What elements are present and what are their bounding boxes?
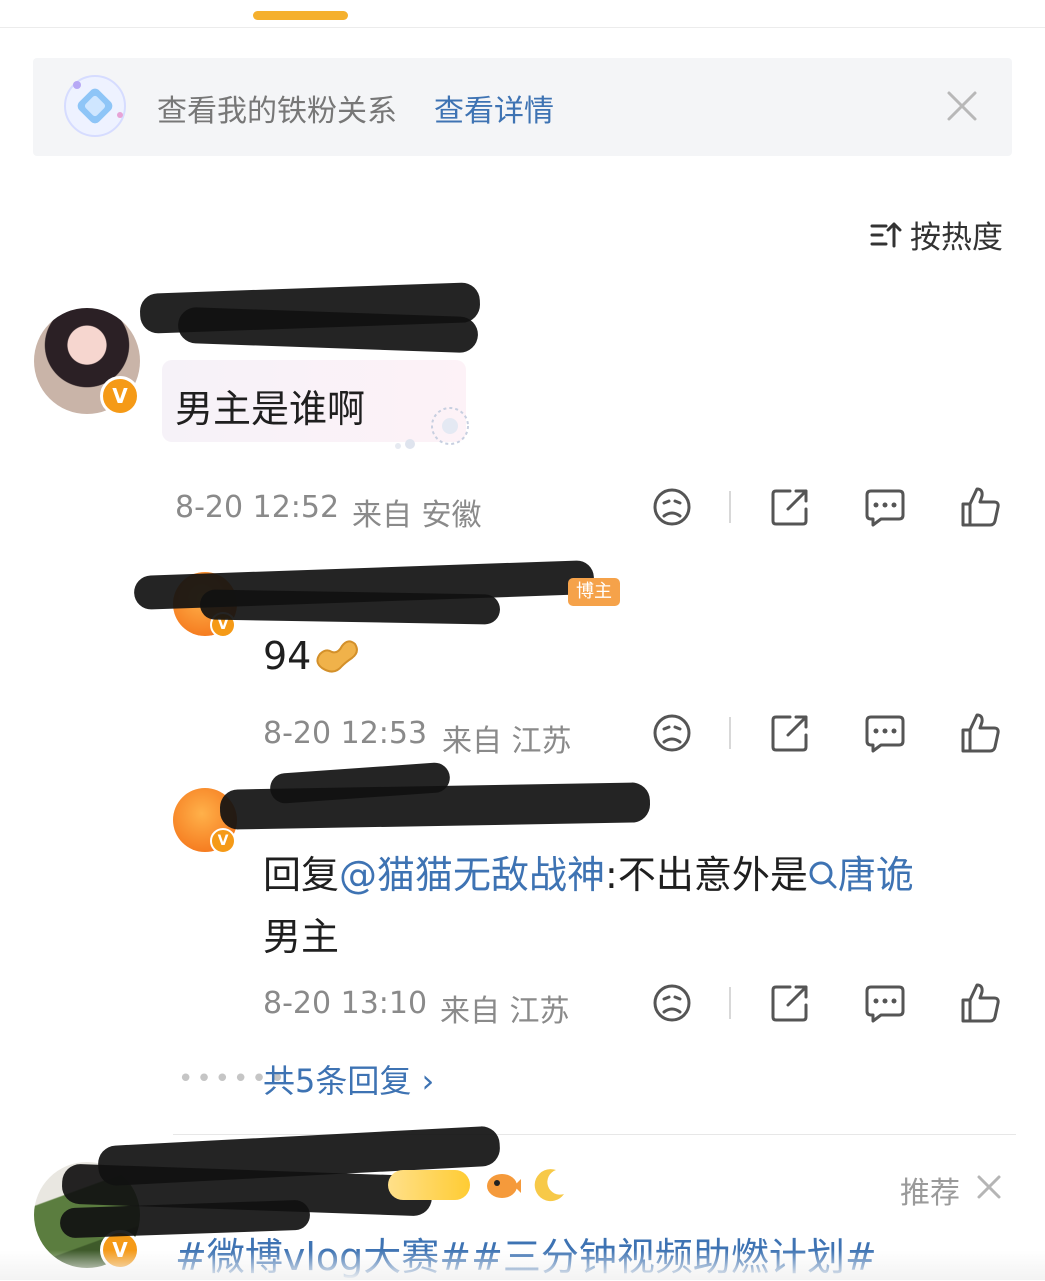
share-icon[interactable] xyxy=(768,485,812,529)
reply-text: 94 xyxy=(263,634,312,678)
fish-emoji-icon xyxy=(487,1174,521,1198)
sort-label: 按热度 xyxy=(910,220,1003,256)
decor-flower-icon xyxy=(395,407,469,449)
top-divider xyxy=(0,27,1045,28)
comment-text: 男主是谁啊 xyxy=(175,387,366,431)
dislike-icon[interactable] xyxy=(650,711,694,755)
like-icon[interactable] xyxy=(958,711,1002,755)
reply-location: 来自 江苏 xyxy=(442,724,572,759)
close-icon[interactable] xyxy=(975,1173,1003,1201)
reply-text-line2: 男主 xyxy=(263,915,340,959)
action-separator xyxy=(729,987,731,1019)
share-icon[interactable] xyxy=(768,981,812,1025)
keyword-text: 唐诡 xyxy=(837,853,914,897)
reply-body: :不出意外是 xyxy=(605,853,808,897)
moon-emoji-icon xyxy=(534,1169,564,1202)
keyword-search-link[interactable]: 唐诡 xyxy=(808,853,914,897)
like-icon[interactable] xyxy=(958,981,1002,1025)
reply-location: 来自 江苏 xyxy=(440,994,570,1029)
reply-prefix: 回复 xyxy=(263,853,340,897)
verified-badge: V xyxy=(100,376,140,416)
redacted-username xyxy=(199,589,501,625)
comment-time: 8-20 12:52 xyxy=(175,490,340,525)
comment-icon[interactable] xyxy=(863,981,907,1025)
bottom-fade xyxy=(0,1250,1045,1280)
active-tab-indicator xyxy=(253,11,348,20)
level-badge xyxy=(388,1170,470,1200)
dislike-icon[interactable] xyxy=(650,981,694,1025)
recommend-tag: 推荐 xyxy=(900,1176,960,1211)
mention-link[interactable]: @猫猫无敌战神 xyxy=(339,853,605,897)
banner-text: 查看我的铁粉关系 xyxy=(157,94,397,129)
share-icon[interactable] xyxy=(768,711,812,755)
action-separator xyxy=(729,491,731,523)
redacted-username xyxy=(219,782,651,830)
author-badge: 博主 xyxy=(568,578,620,606)
peanut-icon xyxy=(316,640,358,673)
action-separator xyxy=(729,717,731,749)
more-replies-link[interactable]: 共5条回复 › xyxy=(263,1056,434,1102)
reply-time: 8-20 13:10 xyxy=(263,986,428,1021)
reply-text: 回复@猫猫无敌战神:不出意外是 唐诡 xyxy=(263,844,914,899)
comment-divider xyxy=(173,1134,1016,1135)
sort-icon xyxy=(870,222,902,247)
sort-by-hot-button[interactable]: 按热度 xyxy=(870,212,1003,257)
reply-time: 8-20 12:53 xyxy=(263,716,428,751)
comment-icon[interactable] xyxy=(863,711,907,755)
dislike-icon[interactable] xyxy=(650,485,694,529)
diamond-icon xyxy=(64,75,126,137)
close-icon[interactable] xyxy=(944,88,980,124)
comment-location: 来自 安徽 xyxy=(352,498,482,533)
verified-badge: V xyxy=(210,828,236,854)
search-icon xyxy=(809,861,837,889)
comment-icon[interactable] xyxy=(863,485,907,529)
like-icon[interactable] xyxy=(958,485,1002,529)
view-details-link[interactable]: 查看详情 xyxy=(434,86,554,130)
